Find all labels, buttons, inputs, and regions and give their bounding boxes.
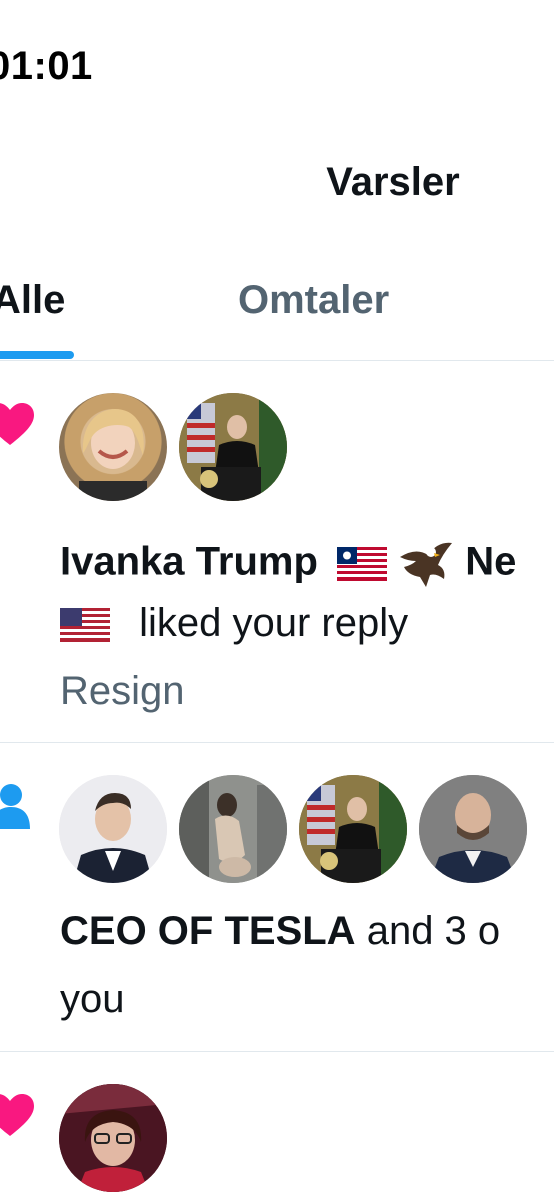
notification-action-continued: you (60, 977, 125, 1021)
avatar-speaker-podium[interactable] (299, 775, 407, 883)
reply-preview: Resign (60, 669, 185, 713)
user-name[interactable]: CEO OF TESLA (60, 909, 356, 953)
notification-action: and 3 o (366, 909, 501, 953)
avatar-gym[interactable] (179, 775, 287, 883)
notification-follow[interactable]: CEO OF TESLA and 3 o you (0, 743, 554, 1051)
user-name-overflow: Ne (465, 539, 517, 584)
heart-icon (0, 403, 34, 445)
page-title: Varsler (326, 160, 460, 204)
notification-action: liked your reply (139, 601, 409, 645)
active-tab-indicator (0, 351, 74, 359)
avatar-speaker-podium[interactable] (179, 393, 287, 501)
user-name[interactable]: Ivanka Trump (60, 540, 318, 584)
status-time: 01:01 (0, 44, 93, 88)
avatar-woman-glasses[interactable] (59, 1084, 167, 1192)
notifications-screen: 01:01 Varsler Alle Omtaler (0, 0, 554, 1200)
avatar-ivanka[interactable] (59, 393, 167, 501)
tab-all[interactable]: Alle (0, 278, 65, 323)
notification-like-2[interactable] (0, 1052, 554, 1200)
heart-icon (0, 1094, 34, 1136)
notification-like-1[interactable]: Ivanka Trump Ne liked your reply Resign (0, 361, 554, 742)
tab-mentions[interactable]: Omtaler (238, 278, 389, 323)
avatar-bald-man[interactable] (419, 775, 527, 883)
liberia-flag-icon (337, 547, 387, 581)
us-flag-icon (60, 608, 110, 643)
avatar-suit-man[interactable] (59, 775, 167, 883)
person-icon (0, 784, 30, 829)
eagle-icon (400, 542, 453, 587)
